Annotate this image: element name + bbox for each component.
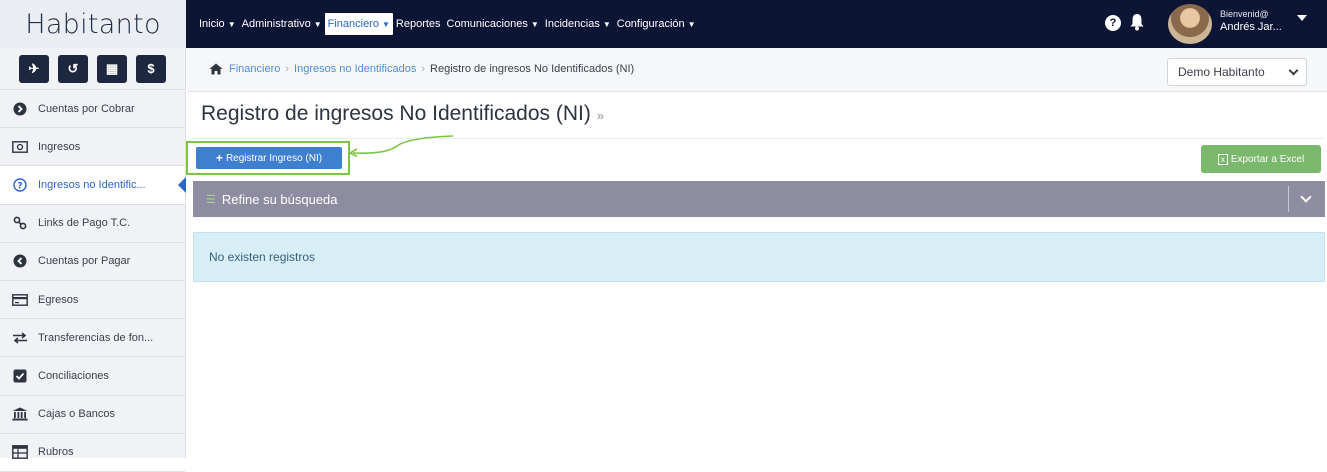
sidebar-item-links-de-pago[interactable]: Links de Pago T.C. [0,205,185,243]
sidebar-item-label: Conciliaciones [38,369,109,382]
filter-panel-header[interactable]: ☰ Refine su búsqueda [193,181,1325,217]
main-menu: Inicio ▼ Administrativo ▼ Financiero ▼ Repo… [196,13,699,35]
sidebar-item-label: Egresos [38,293,79,306]
sidebar-item-cajas-o-bancos[interactable]: Cajas o Bancos [0,396,185,434]
filter-divider [1288,186,1289,212]
menu-item-inicio[interactable]: Inicio ▼ [196,13,239,35]
brand-name: Habitanto [25,8,161,40]
plus-icon: + [215,151,223,165]
export-excel-label: Exportar a Excel [1230,153,1305,165]
menu-item-comunicaciones[interactable]: Comunicaciones ▼ [444,13,542,35]
caret-down-icon[interactable] [1297,15,1307,21]
menu-item-label: Financiero [327,18,379,30]
paper-plane-icon[interactable]: ✈ [19,54,49,83]
menu-item-administrativo[interactable]: Administrativo ▼ [239,13,325,35]
bell-icon[interactable] [1129,13,1145,31]
chevron-down-icon [1288,65,1299,76]
breadcrumb-link-ingresos-no-identificados[interactable]: Ingresos no Identificados [294,63,416,75]
page-title: Registro de ingresos No Identificados (N… [201,102,604,126]
arrow-circle-right-icon [12,101,28,117]
caret-down-icon: ▼ [381,19,390,29]
menu-item-label: Reportes [395,18,441,30]
caret-down-icon: ▼ [687,19,696,29]
register-income-label: Registrar Ingreso (NI) [225,152,323,164]
breadcrumb-bar: Financiero › Ingresos no Identificados ›… [187,48,1327,92]
company-select-value: Demo Habitanto [1178,65,1265,79]
menu-item-financiero[interactable]: Financiero ▼ [324,13,393,35]
title-raquo-icon: » [596,108,605,123]
calculator-icon[interactable]: ▦ [97,54,127,83]
menu-item-incidencias[interactable]: Incidencias ▼ [542,13,614,35]
sidebar-item-label: Ingresos no Identific... [38,178,146,191]
sidebar-item-ingresos-no-identificados[interactable]: ? Ingresos no Identific... [0,166,185,205]
caret-down-icon: ▼ [313,19,322,29]
sidebar-item-conciliaciones[interactable]: Conciliaciones [0,357,185,396]
dollar-icon[interactable]: $ [136,54,166,83]
excel-icon: x [1217,153,1228,165]
breadcrumb: Financiero › Ingresos no Identificados ›… [209,63,634,75]
menu-item-configuracion[interactable]: Configuración ▼ [614,13,699,35]
page-title-text: Registro de ingresos No Identificados (N… [201,102,591,125]
filter-label: Refine su búsqueda [221,191,338,207]
caret-down-icon: ▼ [227,19,236,29]
sidebar-item-transferencias[interactable]: Transferencias de fon... [0,319,185,358]
breadcrumb-separator-icon: › [285,63,290,75]
export-excel-button[interactable]: x Exportar a Excel [1201,145,1321,173]
check-square-icon [12,368,28,384]
svg-text:?: ? [17,181,22,191]
sidebar-item-rubros[interactable]: Rubros [0,434,185,472]
avatar[interactable] [1168,4,1212,44]
sidebar-item-label: Transferencias de fon... [38,331,154,344]
link-icon [12,215,28,231]
empty-state-alert: No existen registros [193,232,1325,282]
money-bill-icon [12,139,28,155]
top-navbar: Habitanto Inicio ▼ Administrativo ▼ Financ… [0,0,1327,48]
menu-item-label: Inicio [199,18,225,30]
sidebar-item-label: Ingresos [38,140,81,153]
history-icon[interactable]: ↺ [58,54,88,83]
empty-state-message: No existen registros [209,250,316,264]
annotation-arrow-icon [348,135,454,158]
user-menu[interactable]: Bienvenid@ Andrés Jar... [1220,8,1315,34]
user-name: Andrés Jar... [1220,21,1282,33]
breadcrumb-link-financiero[interactable]: Financiero [229,63,280,75]
register-income-button[interactable]: + Registrar Ingreso (NI) [196,147,342,169]
sidebar-item-cuentas-por-cobrar[interactable]: Cuentas por Cobrar [0,90,185,129]
caret-down-icon: ▼ [602,19,611,29]
sidebar-item-ingresos[interactable]: Ingresos [0,128,185,167]
exchange-icon [12,330,28,346]
menu-item-reportes[interactable]: Reportes [393,13,444,35]
company-select[interactable]: Demo Habitanto [1167,58,1307,86]
sliders-icon: ☰ [206,193,216,206]
bank-icon [12,406,28,422]
breadcrumb-separator-icon: › [421,63,426,75]
menu-item-label: Configuración [616,18,685,30]
sidebar-item-label: Cuentas por Pagar [38,255,131,268]
sidebar-item-egresos[interactable]: Egresos [0,281,185,320]
credit-card-icon [12,292,28,308]
menu-item-label: Comunicaciones [446,18,528,30]
question-circle-icon[interactable]: ? [1105,15,1121,31]
menu-item-label: Administrativo [241,18,311,30]
sidebar-item-cuentas-por-pagar[interactable]: Cuentas por Pagar [0,243,185,281]
home-icon[interactable] [209,63,223,75]
sidebar-item-label: Cajas o Bancos [38,408,116,421]
arrow-circle-left-icon [12,253,28,269]
breadcrumb-current: Registro de ingresos No Identificados (N… [430,63,635,75]
menu-item-label: Incidencias [544,18,600,30]
sidebar: ✈ ↺ ▦ $ Cuentas por Cobrar Ingresos ? In… [0,48,186,472]
question-circle-icon: ? [12,177,28,193]
caret-down-icon: ▼ [530,19,539,29]
brand-logo[interactable]: Habitanto [0,0,186,48]
sidebar-item-label: Rubros [38,446,74,459]
sidebar-item-label: Links de Pago T.C. [38,217,131,230]
sidebar-tools: ✈ ↺ ▦ $ [0,48,185,90]
sidebar-item-label: Cuentas por Cobrar [38,102,135,115]
